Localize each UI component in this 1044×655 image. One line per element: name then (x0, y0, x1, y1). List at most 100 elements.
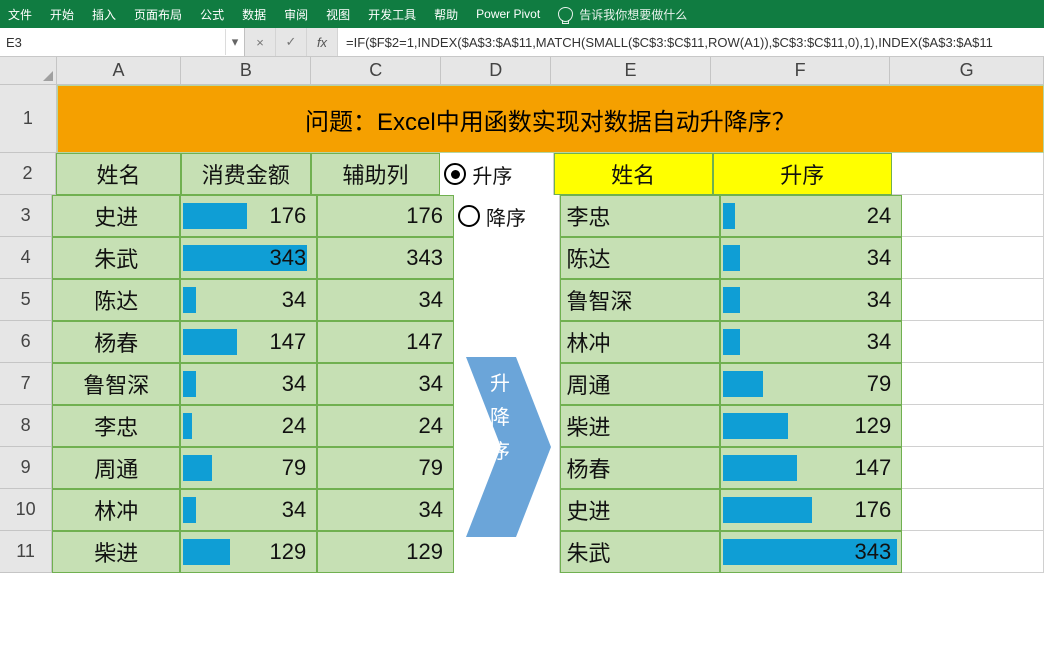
cell-D9[interactable] (454, 447, 560, 489)
rowhead-5[interactable]: 5 (0, 279, 52, 321)
colhead-F[interactable]: F (711, 57, 890, 85)
name-box-dropdown-icon[interactable]: ▾ (225, 29, 244, 55)
rowhead-3[interactable]: 3 (0, 195, 52, 237)
cell-name-right[interactable]: 周通 (560, 363, 720, 405)
rowhead-10[interactable]: 10 (0, 489, 52, 531)
cell-aux[interactable]: 79 (317, 447, 454, 489)
cell-G7[interactable] (902, 363, 1044, 405)
colhead-D[interactable]: D (441, 57, 551, 85)
cell-sorted[interactable]: 147 (720, 447, 903, 489)
rowhead-6[interactable]: 6 (0, 321, 52, 363)
ribbon-tab-view[interactable]: 视图 (326, 6, 350, 23)
cell-D6[interactable] (454, 321, 560, 363)
ribbon-tab-help[interactable]: 帮助 (434, 6, 458, 23)
cell-amount[interactable]: 129 (180, 531, 317, 573)
cell-sorted[interactable]: 34 (720, 237, 903, 279)
cell-name-left[interactable]: 朱武 (52, 237, 180, 279)
cell-name-left[interactable]: 周通 (52, 447, 180, 489)
ribbon-tab-review[interactable]: 审阅 (284, 6, 308, 23)
radio-asc[interactable]: 升序 (440, 153, 553, 195)
cell-aux[interactable]: 34 (317, 489, 454, 531)
cell-G4[interactable] (902, 237, 1044, 279)
cell-name-right[interactable]: 林冲 (560, 321, 720, 363)
cell-name-right[interactable]: 杨春 (560, 447, 720, 489)
cell-name-left[interactable]: 柴进 (52, 531, 180, 573)
cell-amount[interactable]: 79 (180, 447, 317, 489)
cell-amount[interactable]: 24 (180, 405, 317, 447)
select-all-corner[interactable] (0, 57, 57, 85)
header-amount[interactable]: 消费金额 (181, 153, 311, 195)
cell-aux[interactable]: 34 (317, 279, 454, 321)
rowhead-4[interactable]: 4 (0, 237, 52, 279)
cell-G6[interactable] (902, 321, 1044, 363)
cell-aux[interactable]: 147 (317, 321, 454, 363)
cell-aux[interactable]: 343 (317, 237, 454, 279)
rowhead-9[interactable]: 9 (0, 447, 52, 489)
cell-name-right[interactable]: 史进 (560, 489, 720, 531)
cell-aux[interactable]: 24 (317, 405, 454, 447)
title-cell[interactable]: 问题：Excel中用函数实现对数据自动升降序？ (57, 85, 1044, 153)
cell-name-left[interactable]: 陈达 (52, 279, 180, 321)
cell-G8[interactable] (902, 405, 1044, 447)
name-box[interactable]: E3 ▾ (0, 28, 245, 56)
cell-amount[interactable]: 34 (180, 489, 317, 531)
header-name-right[interactable]: 姓名 (554, 153, 713, 195)
cancel-button[interactable]: × (245, 28, 276, 56)
rowhead-1[interactable]: 1 (0, 85, 57, 153)
cell-amount[interactable]: 147 (180, 321, 317, 363)
cell-name-left[interactable]: 鲁智深 (52, 363, 180, 405)
colhead-C[interactable]: C (311, 57, 441, 85)
cell-G11[interactable] (902, 531, 1044, 573)
cell-sorted[interactable]: 24 (720, 195, 903, 237)
ribbon-tab-dev[interactable]: 开发工具 (368, 6, 416, 23)
cell-sorted[interactable]: 176 (720, 489, 903, 531)
cell-name-right[interactable]: 鲁智深 (560, 279, 720, 321)
cell-D11[interactable] (454, 531, 560, 573)
radio-desc[interactable]: 降序 (454, 195, 560, 237)
cell-amount[interactable]: 343 (180, 237, 317, 279)
cell-name-left[interactable]: 李忠 (52, 405, 180, 447)
header-sorted[interactable]: 升序 (713, 153, 892, 195)
cell-sorted[interactable]: 343 (720, 531, 903, 573)
rowhead-2[interactable]: 2 (0, 153, 56, 195)
ribbon-tab-home[interactable]: 开始 (50, 6, 74, 23)
rowhead-11[interactable]: 11 (0, 531, 52, 573)
ribbon-tab-layout[interactable]: 页面布局 (134, 6, 182, 23)
cell-name-right[interactable]: 李忠 (560, 195, 720, 237)
colhead-B[interactable]: B (181, 57, 311, 85)
cell-G9[interactable] (902, 447, 1044, 489)
colhead-E[interactable]: E (551, 57, 711, 85)
cell-sorted[interactable]: 79 (720, 363, 903, 405)
cell-name-left[interactable]: 杨春 (52, 321, 180, 363)
cell-name-left[interactable]: 史进 (52, 195, 180, 237)
cell-D7[interactable] (454, 363, 560, 405)
fx-button[interactable]: fx (307, 28, 338, 56)
formula-input[interactable]: =IF($F$2=1,INDEX($A$3:$A$11,MATCH(SMALL(… (338, 28, 1044, 56)
cell-sorted[interactable]: 129 (720, 405, 903, 447)
cell-amount[interactable]: 34 (180, 279, 317, 321)
colhead-G[interactable]: G (890, 57, 1044, 85)
cell-G10[interactable] (902, 489, 1044, 531)
cell-aux[interactable]: 129 (317, 531, 454, 573)
cell-D10[interactable] (454, 489, 560, 531)
cell-name-right[interactable]: 柴进 (560, 405, 720, 447)
rowhead-7[interactable]: 7 (0, 363, 52, 405)
cell-name-left[interactable]: 林冲 (52, 489, 180, 531)
cell-aux[interactable]: 176 (317, 195, 454, 237)
header-name-left[interactable]: 姓名 (56, 153, 181, 195)
cell-G5[interactable] (902, 279, 1044, 321)
colhead-A[interactable]: A (57, 57, 182, 85)
ribbon-tab-insert[interactable]: 插入 (92, 6, 116, 23)
cell-G3[interactable] (902, 195, 1044, 237)
ribbon-tab-data[interactable]: 数据 (242, 6, 266, 23)
cell-amount[interactable]: 176 (180, 195, 317, 237)
cell-aux[interactable]: 34 (317, 363, 454, 405)
tell-me[interactable]: 告诉我你想要做什么 (558, 6, 687, 23)
cell-name-right[interactable]: 陈达 (560, 237, 720, 279)
ribbon-tab-file[interactable]: 文件 (8, 6, 32, 23)
ribbon-tab-pivot[interactable]: Power Pivot (476, 7, 540, 21)
cell-G2[interactable] (892, 153, 1044, 195)
cell-sorted[interactable]: 34 (720, 279, 903, 321)
rowhead-8[interactable]: 8 (0, 405, 52, 447)
cell-sorted[interactable]: 34 (720, 321, 903, 363)
